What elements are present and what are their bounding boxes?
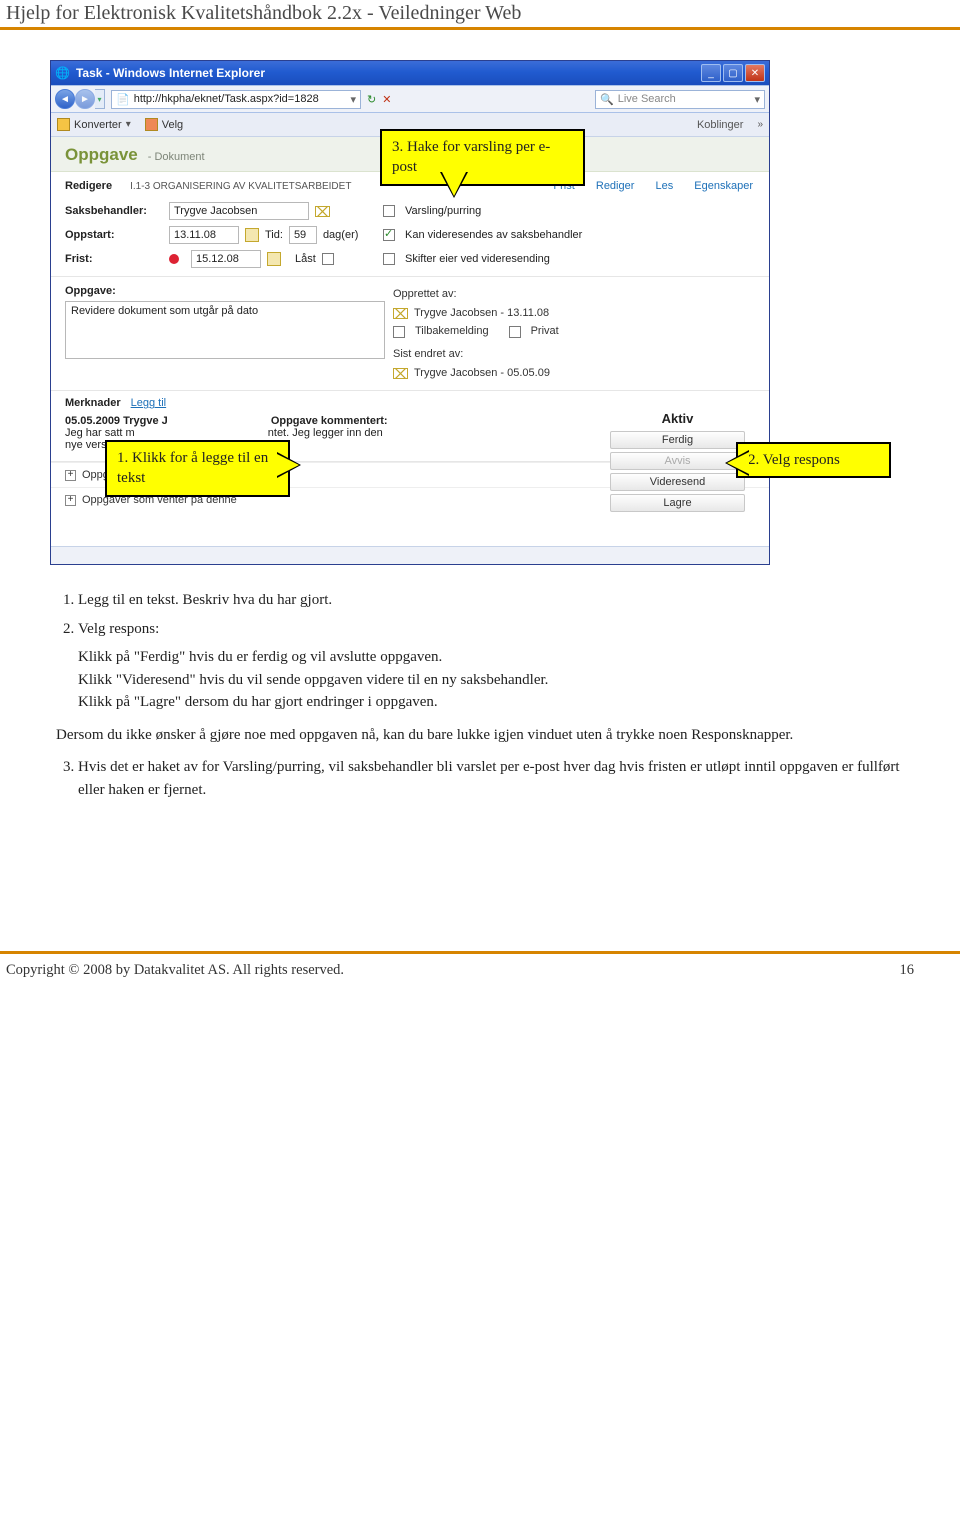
ferdig-button[interactable]: Ferdig	[610, 431, 745, 449]
toolbar-velg[interactable]: Velg	[145, 118, 183, 131]
merk-line2a: Jeg har satt m	[65, 427, 135, 439]
input-tid[interactable]: 59	[289, 226, 317, 244]
minimize-button[interactable]: _	[701, 64, 721, 82]
label-skifter: Skifter eier ved videresending	[405, 253, 550, 265]
response-title: Aktiv	[610, 411, 745, 426]
plus-icon: +	[65, 495, 76, 506]
label-dag: dag(er)	[323, 229, 358, 241]
calendar-icon[interactable]	[245, 228, 259, 242]
tab-egenskaper[interactable]: Egenskaper	[694, 180, 753, 192]
search-input[interactable]: 🔍 Live Search ▾	[595, 90, 765, 109]
label-tid: Tid:	[265, 229, 283, 241]
label-opprettet: Opprettet av:	[393, 285, 755, 304]
app-subtitle: - Dokument	[148, 151, 205, 163]
value-opprettet: Trygve Jacobsen - 13.11.08	[414, 304, 549, 323]
input-oppstart[interactable]: 13.11.08	[169, 226, 239, 244]
back-button[interactable]: ◄	[55, 89, 75, 109]
mail-icon-2	[393, 308, 408, 319]
url-chevron-icon: ▾	[350, 93, 356, 106]
page-header: Hjelp for Elektronisk Kvalitetshåndbok 2…	[0, 0, 960, 30]
calendar-icon-2[interactable]	[267, 252, 281, 266]
step-2: Velg respons: Klikk på "Ferdig" hvis du …	[78, 618, 904, 714]
legg-til-link[interactable]: Legg til	[131, 397, 166, 409]
window-title: Task - Windows Internet Explorer	[76, 66, 265, 80]
label-videresend-chk: Kan videresendes av saksbehandler	[405, 229, 582, 241]
toolbar-koblinger[interactable]: Koblinger	[697, 119, 743, 131]
stop-icon[interactable]: ✕	[382, 93, 391, 106]
copyright: Copyright © 2008 by Datakvalitet AS. All…	[6, 962, 344, 979]
body-instructions: Legg til en tekst. Beskriv hva du har gj…	[0, 565, 960, 801]
tab-rediger[interactable]: Rediger	[596, 180, 635, 192]
value-sist-endret: Trygve Jacobsen - 05.05.09	[414, 364, 550, 383]
checkbox-varsling[interactable]	[383, 205, 395, 217]
checkbox-last[interactable]	[322, 253, 334, 265]
ie-titlebar: 🌐 Task - Windows Internet Explorer _ ▢ ✕	[51, 61, 769, 85]
ie-address-bar: ◄ ► ▾ 📄 http://hkpha/eknet/Task.aspx?id=…	[51, 85, 769, 113]
videresend-button[interactable]: Videresend	[610, 473, 745, 491]
merk-line2b: ntet. Jeg legger inn den	[268, 427, 383, 439]
app-title: Oppgave	[65, 145, 138, 165]
label-frist: Frist:	[65, 253, 165, 265]
edit-label: Redigere	[65, 180, 112, 192]
close-button[interactable]: ✕	[745, 64, 765, 82]
merk-subtitle: Oppgave kommentert:	[271, 415, 388, 427]
oppgave-section: Oppgave: Revidere dokument som utgår på …	[51, 277, 769, 391]
lagre-button[interactable]: Lagre	[610, 494, 745, 512]
form-grid: Saksbehandler: Trygve Jacobsen Varsling/…	[65, 192, 755, 268]
status-dot	[169, 254, 179, 264]
ie-status-bar	[51, 546, 769, 564]
search-chevron-icon: ▾	[754, 93, 760, 106]
merk-date-user: 05.05.2009 Trygve J	[65, 415, 168, 427]
input-frist[interactable]: 15.12.08	[191, 250, 261, 268]
callout-3: 3. Hake for varsling per e-post	[380, 129, 585, 186]
toolbar-konverter[interactable]: Konverter▾	[57, 118, 131, 131]
label-saksbehandler: Saksbehandler:	[65, 205, 165, 217]
velg-icon	[145, 118, 158, 131]
footer: Copyright © 2008 by Datakvalitet AS. All…	[0, 951, 960, 983]
label-sist-endret: Sist endret av:	[393, 345, 755, 364]
mail-icon[interactable]	[315, 206, 330, 217]
tab-les[interactable]: Les	[655, 180, 673, 192]
label-privat: Privat	[531, 322, 559, 341]
plus-icon: +	[65, 470, 76, 481]
merknader-title: Merknader	[65, 397, 121, 409]
callout-1: 1. Klikk for å legge til en tekst	[105, 440, 290, 497]
address-input[interactable]: 📄 http://hkpha/eknet/Task.aspx?id=1828 ▾	[111, 90, 361, 109]
resp-line-3: Klikk på "Lagre" dersom du har gjort end…	[78, 691, 904, 714]
nav-dropdown[interactable]: ▾	[95, 89, 105, 109]
checkbox-tilbakemelding[interactable]	[393, 326, 405, 338]
mail-icon-3	[393, 368, 408, 379]
page-icon: 📄	[116, 93, 130, 106]
document-title: I.1-3 ORGANISERING AV KVALITETSARBEIDET	[130, 181, 351, 192]
ie-icon: 🌐	[55, 66, 70, 80]
resp-line-1: Klikk på "Ferdig" hvis du er ferdig og v…	[78, 646, 904, 669]
checkbox-privat[interactable]	[509, 326, 521, 338]
forward-button[interactable]: ►	[75, 89, 95, 109]
resp-line-2: Klikk "Videresend" hvis du vil sende opp…	[78, 669, 904, 692]
edit-section: Redigere I.1-3 ORGANISERING AV KVALITETS…	[51, 172, 769, 277]
label-oppstart: Oppstart:	[65, 229, 165, 241]
toolbar-more-icon[interactable]: »	[757, 119, 763, 130]
step-3: Hvis det er haket av for Varsling/purrin…	[78, 756, 904, 801]
meta-list: Opprettet av: Trygve Jacobsen - 13.11.08…	[393, 285, 755, 382]
paragraph-note: Dersom du ikke ønsker å gjøre noe med op…	[56, 724, 904, 747]
konverter-icon	[57, 118, 70, 131]
checkbox-skifter[interactable]	[383, 253, 395, 265]
label-oppgave: Oppgave:	[65, 285, 385, 297]
checkbox-videresend[interactable]	[383, 229, 395, 241]
maximize-button[interactable]: ▢	[723, 64, 743, 82]
page-number: 16	[900, 962, 955, 979]
input-saksbehandler[interactable]: Trygve Jacobsen	[169, 202, 309, 220]
textarea-oppgave[interactable]: Revidere dokument som utgår på dato	[65, 301, 385, 359]
label-tilbakemelding: Tilbakemelding	[415, 322, 489, 341]
label-last: Låst	[295, 253, 316, 265]
step-1: Legg til en tekst. Beskriv hva du har gj…	[78, 589, 904, 612]
search-icon: 🔍	[600, 93, 614, 106]
callout-2: 2. Velg respons	[736, 442, 891, 478]
refresh-icon[interactable]: ↻	[367, 93, 376, 106]
